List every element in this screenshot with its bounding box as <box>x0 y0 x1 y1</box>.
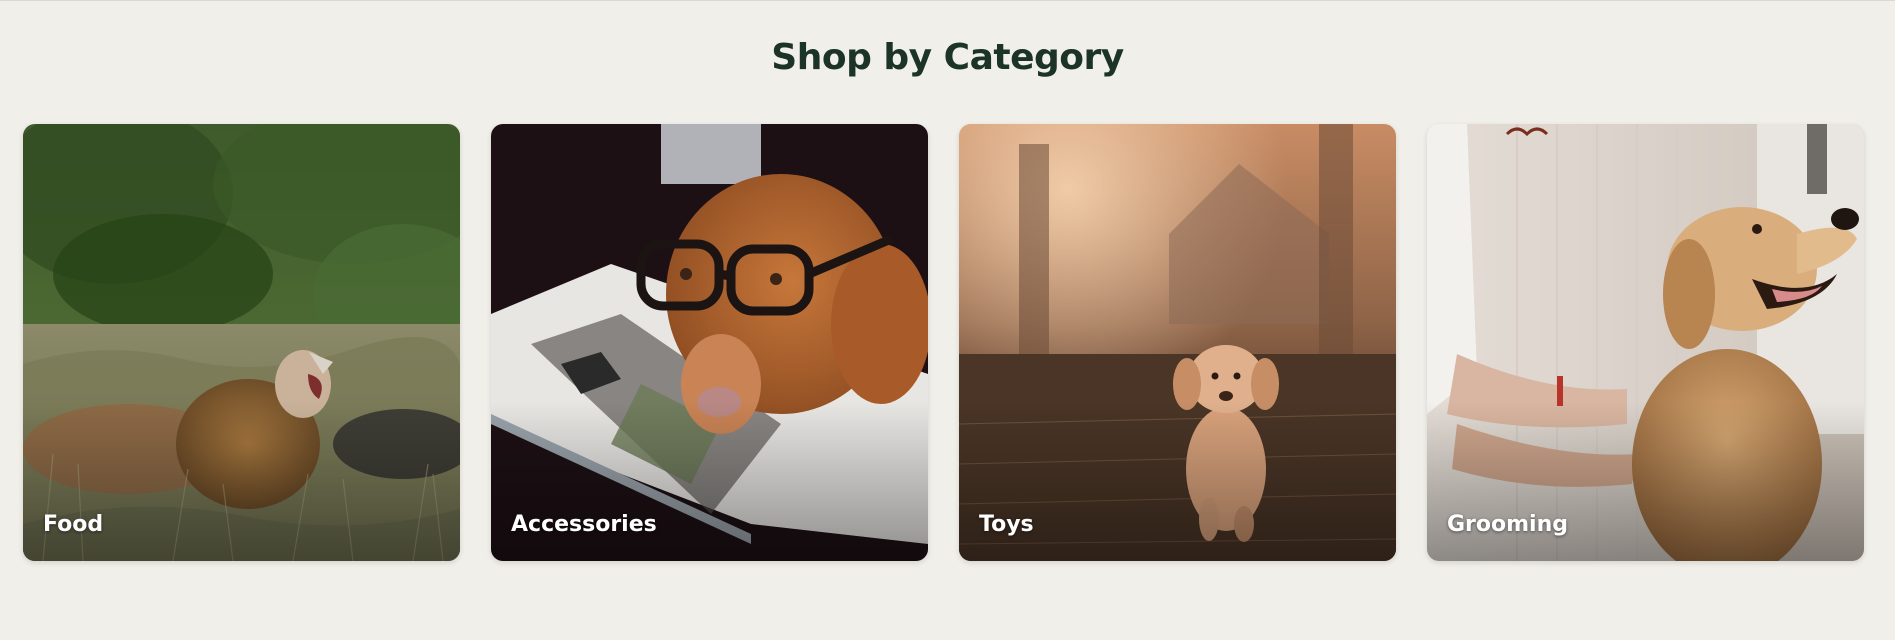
shop-by-category-section: Shop by Category Food Accessories Toys G… <box>0 0 1895 640</box>
category-label-food: Food <box>43 512 104 537</box>
category-grid: Food Accessories Toys Grooming <box>23 124 1864 561</box>
category-card-food[interactable]: Food <box>23 124 460 561</box>
category-label-toys: Toys <box>979 512 1034 537</box>
category-card-toys[interactable]: Toys <box>959 124 1396 561</box>
category-label-accessories: Accessories <box>511 512 657 537</box>
category-label-grooming: Grooming <box>1447 512 1569 537</box>
section-title: Shop by Category <box>771 37 1124 78</box>
category-card-grooming[interactable]: Grooming <box>1427 124 1864 561</box>
category-card-accessories[interactable]: Accessories <box>491 124 928 561</box>
